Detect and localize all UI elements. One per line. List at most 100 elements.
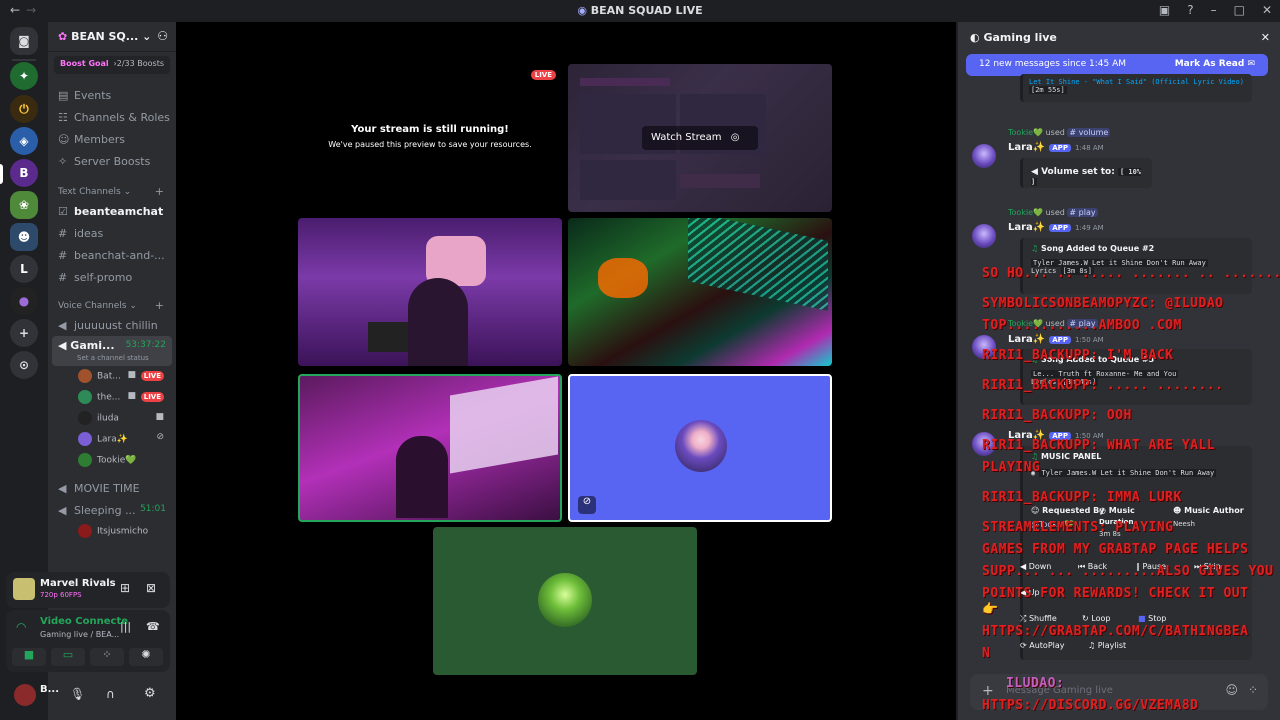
avatar [78,432,92,446]
hash-icon: # [58,249,68,262]
stream-preview-tile[interactable]: Watch Stream ◎ [568,64,832,212]
overlay-line: RIRI1_BACKUPP: IMMA LURK [982,490,1182,505]
headphones-icon[interactable]: ∩ [106,687,115,701]
stop-stream-icon[interactable]: ⊠ [146,581,156,595]
add-voice-channel-icon[interactable]: + [155,299,164,312]
game-icon [13,578,35,600]
avatar[interactable] [14,684,36,706]
list-icon: ☷ [58,111,68,124]
add-attachment-icon[interactable]: + [982,683,994,699]
voice-user[interactable]: Itsjusmicho [48,521,176,542]
avatar-tile-lara[interactable]: ⊘ [568,374,832,522]
loop-button[interactable]: ↻ Loop [1082,614,1110,623]
clock-icon: ◷ [1099,506,1106,515]
voice-user[interactable]: Bat... ■ LIVE [48,366,176,387]
paused-stream-tile[interactable]: LIVE Your stream is still running! We've… [298,64,562,212]
avatar-tile-tookie[interactable] [433,527,697,675]
menu-server-boosts[interactable]: ✧ Server Boosts [48,150,176,172]
chat-header: ◐ Gaming live ✕ [970,31,1270,44]
server-icon-6[interactable]: ☻ [10,223,38,251]
overlay-line: HTTPS://GRABTAP.COM/C/BATHINGBEA [982,624,1249,639]
deafened-icon: ⊘ [578,496,596,514]
minimize-icon[interactable]: – [1211,3,1217,17]
server-icon-l[interactable]: L [10,255,38,283]
new-messages-bar[interactable]: 12 new messages since 1:45 AM Mark As Re… [966,54,1268,76]
close-icon[interactable]: ✕ [1262,3,1272,17]
webcam-tile-2[interactable] [298,374,562,522]
voice-channel-sleeping[interactable]: ◀ Sleeping ... 51:01 [48,499,176,521]
title-bar: ← → ◉ BEAN SQUAD LIVE ▣? – □ ✕ [0,0,1280,22]
inbox-icon[interactable]: ▣ [1159,3,1170,17]
server-header[interactable]: ✿ BEAN SQ... ⌄ ⚇ [48,22,176,52]
voice-channels-category[interactable]: Voice Channels ⌄ + [48,296,176,314]
voice-channel-gaming-live[interactable]: ◀ Gami... 53:37:22 Set a channel status [52,336,172,366]
watch-stream-button[interactable]: Watch Stream ◎ [642,126,758,150]
camera-icon: ■ [127,370,136,380]
user-panel: B... 🎙 ∩ ⚙ [6,676,170,714]
maximize-icon[interactable]: □ [1234,3,1245,17]
camera-icon: ■ [155,412,164,422]
settings-icon[interactable]: ⚙ [144,686,156,701]
discord-home-icon[interactable]: ◙ [10,27,38,55]
overlay-line: N [982,646,991,661]
menu-channels-roles[interactable]: ☷ Channels & Roles [48,106,176,128]
controller-icon[interactable]: ⊞ [120,581,130,595]
game-stream-tile[interactable] [568,218,832,366]
server-icon-5[interactable]: ❀ [10,191,38,219]
add-server-icon[interactable]: + [10,319,38,347]
screen-share-button[interactable]: ▭ [51,648,85,666]
server-icon-1[interactable]: ✦ [10,62,38,90]
channel-beanteamchat[interactable]: ☑ beanteamchat [48,200,176,222]
help-icon[interactable]: ? [1187,3,1193,17]
speaker-icon: ◀ [1031,167,1038,177]
voice-channel-chillin[interactable]: ◀ juuuuust chillin [48,314,176,336]
camera-button[interactable]: ■ [12,648,46,666]
shuffle-button[interactable]: ⤮ Shuffle [1020,614,1057,624]
overlay-line: RIRI1_BACKUPP: WHAT ARE YALL [982,438,1216,453]
boost-goal-bar[interactable]: Boost Goal 2/33 Boosts › [54,56,170,74]
message-author: Lara✨ APP 1:50 AM [1008,334,1104,345]
playlist-button[interactable]: ♫ Playlist [1088,641,1126,650]
live-badge: LIVE [530,70,556,80]
thread-icon: ◐ [970,31,980,44]
stop-button[interactable]: ■ Stop [1138,614,1166,623]
soundboard-button[interactable]: ✺ [129,648,163,666]
activities-button[interactable]: ⁘ [90,648,124,666]
server-icon-bean-squad[interactable]: B [10,159,38,187]
voice-user[interactable]: the... ■ LIVE [48,387,176,408]
loop-icon: ↻ [1082,614,1089,623]
hash-icon: # [58,227,68,240]
server-icon-2[interactable]: ⏻ [10,95,38,123]
camera-icon: ■ [127,391,136,401]
disconnect-icon[interactable]: ☎ [146,620,160,633]
menu-members[interactable]: ☺ Members [48,128,176,150]
microphone-icon[interactable]: 🎙 [70,687,85,701]
text-channels-category[interactable]: Text Channels ⌄ + [48,182,176,200]
avatar[interactable] [972,144,996,168]
noise-suppression-icon[interactable]: ||| [120,620,131,633]
server-icon-3[interactable]: ◈ [10,127,38,155]
server-icon-8[interactable]: ● [10,287,38,315]
avatar[interactable] [972,224,996,248]
overlay-line: 👉 [982,602,999,617]
webcam-tile-1[interactable] [298,218,562,366]
channel-beanchat[interactable]: # beanchat-and-... [48,244,176,266]
channel-self-promo[interactable]: # self-promo [48,266,176,288]
apps-icon[interactable]: ⁘ [1248,683,1258,697]
voice-channel-movie-time[interactable]: ◀ MOVIE TIME [48,477,176,499]
command-reply-line: Tookie💚 used # volume [1008,128,1111,137]
user-icon: ☺ [1031,506,1040,515]
voice-user[interactable]: Tookie💚 [48,450,176,471]
invite-people-icon[interactable]: ⚇ [157,29,168,43]
channel-ideas[interactable]: # ideas [48,222,176,244]
menu-events[interactable]: ▤ Events [48,84,176,106]
autoplay-button[interactable]: ⟳ AutoPlay [1020,641,1065,650]
voice-user[interactable]: iluda ■ [48,408,176,429]
window-title: ◉ BEAN SQUAD LIVE [577,4,703,17]
discover-icon[interactable]: ⊙ [10,351,38,379]
emoji-icon[interactable]: ☺ [1225,683,1238,697]
overlay-line: SUPP... ... .........ALSO GIVES YOU [982,564,1274,579]
voice-user[interactable]: Lara✨ ⊘ [48,429,176,450]
add-channel-icon[interactable]: + [155,185,164,198]
close-chat-icon[interactable]: ✕ [1261,31,1270,44]
